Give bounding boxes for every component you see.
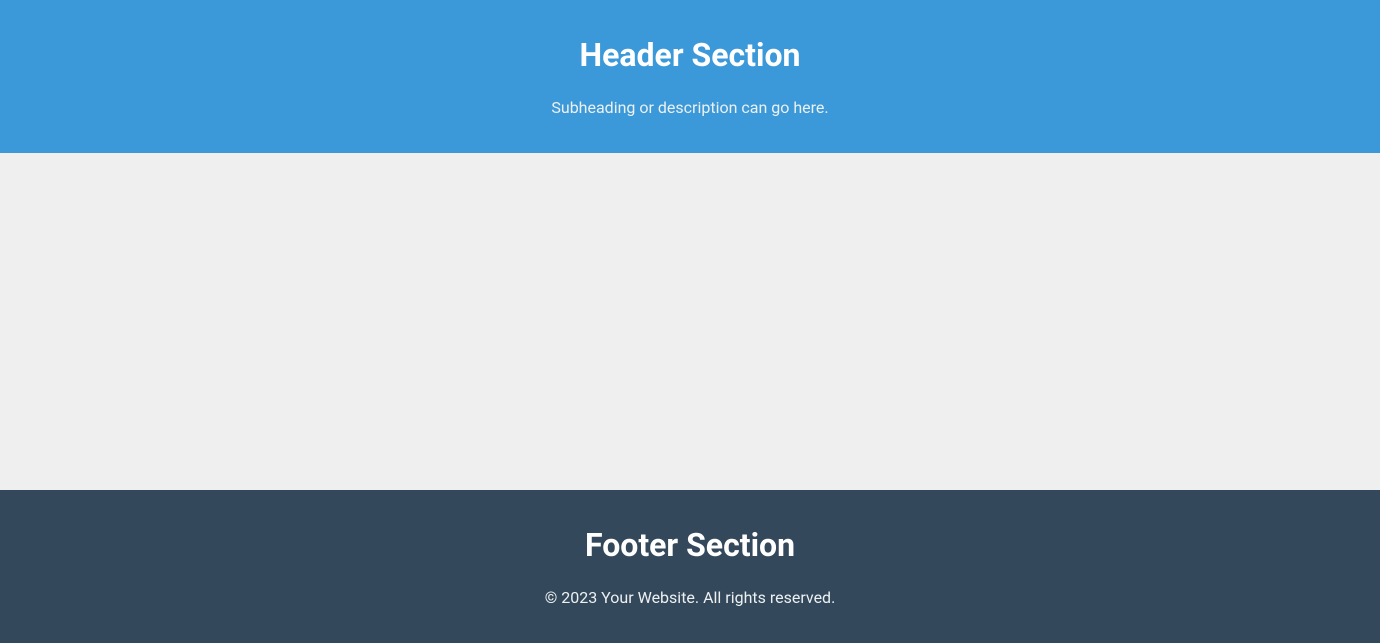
header-section: Header Section Subheading or description… — [0, 0, 1380, 153]
footer-section: Footer Section © 2023 Your Website. All … — [0, 490, 1380, 643]
footer-title: Footer Section — [20, 526, 1360, 564]
footer-copyright: © 2023 Your Website. All rights reserved… — [20, 588, 1360, 607]
header-title: Header Section — [20, 36, 1360, 74]
main-content — [0, 153, 1380, 490]
header-subtitle: Subheading or description can go here. — [20, 98, 1360, 117]
